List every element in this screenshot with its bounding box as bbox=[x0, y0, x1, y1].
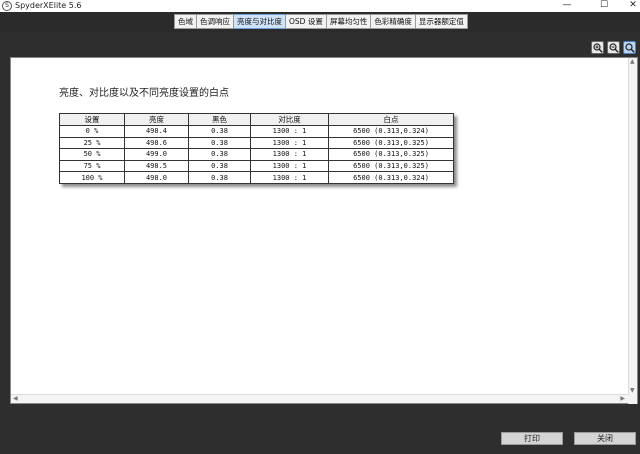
table-row: 0 % 498.4 0.38 1300 : 1 6500 (0.313,0.32… bbox=[59, 125, 454, 138]
scroll-right-arrow-icon[interactable]: ▶ bbox=[620, 395, 625, 403]
cell-contrast: 1300 : 1 bbox=[250, 171, 329, 184]
close-window-button[interactable]: ✕ bbox=[622, 0, 640, 12]
tab-brightness-contrast[interactable]: 亮度与对比度 bbox=[233, 14, 285, 29]
cell-setting: 75 % bbox=[59, 159, 125, 173]
cell-white-point: 6500 (0.313,0.325) bbox=[328, 148, 454, 161]
app-logo-icon: S bbox=[2, 1, 12, 11]
cell-contrast: 1300 : 1 bbox=[250, 136, 329, 150]
cell-white-point: 6500 (0.313,0.325) bbox=[328, 159, 454, 173]
tab-display-rating[interactable]: 显示器额定值 bbox=[414, 14, 468, 29]
report-panel: 亮度、对比度以及不同亮度设置的白点 设置 亮度 黑色 对比度 白点 0 % 49… bbox=[10, 57, 638, 404]
tab-gamut[interactable]: 色域 bbox=[174, 14, 196, 29]
maximize-button[interactable]: ☐ bbox=[593, 0, 615, 12]
tab-osd-settings[interactable]: OSD 设置 bbox=[285, 14, 326, 29]
cell-black: 0.38 bbox=[188, 159, 251, 173]
cell-black: 0.38 bbox=[188, 148, 251, 161]
cell-contrast: 1300 : 1 bbox=[250, 125, 329, 138]
column-header-white-point: 白点 bbox=[328, 113, 454, 126]
zoom-out-icon[interactable] bbox=[607, 41, 620, 54]
close-button[interactable]: 关闭 bbox=[574, 432, 636, 445]
table-row: 75 % 498.5 0.38 1300 : 1 6500 (0.313,0.3… bbox=[59, 159, 454, 173]
cell-white-point: 6500 (0.313,0.324) bbox=[328, 125, 454, 138]
cell-black: 0.38 bbox=[188, 171, 251, 184]
cell-white-point: 6500 (0.313,0.325) bbox=[328, 136, 454, 150]
cell-setting: 0 % bbox=[59, 125, 125, 138]
tab-bar: 色域 色调响应 亮度与对比度 OSD 设置 屏幕均匀性 色彩精确度 显示器额定值 bbox=[174, 14, 468, 29]
brightness-table: 设置 亮度 黑色 对比度 白点 0 % 498.4 0.38 1300 : 1 … bbox=[59, 113, 454, 184]
horizontal-scrollbar[interactable]: ◀ ▶ bbox=[11, 394, 629, 403]
cell-luminance: 498.5 bbox=[124, 159, 189, 173]
cell-luminance: 498.4 bbox=[124, 125, 189, 138]
cell-setting: 25 % bbox=[59, 136, 125, 150]
cell-setting: 50 % bbox=[59, 148, 125, 161]
cell-luminance: 499.0 bbox=[124, 148, 189, 161]
window-title: SpyderXElite 5.6 bbox=[15, 1, 82, 10]
zoom-in-icon[interactable] bbox=[591, 41, 604, 54]
table-header-row: 设置 亮度 黑色 对比度 白点 bbox=[59, 113, 454, 126]
tab-color-accuracy[interactable]: 色彩精确度 bbox=[370, 14, 415, 29]
column-header-contrast: 对比度 bbox=[250, 113, 329, 126]
scroll-up-arrow-icon[interactable]: ▲ bbox=[630, 58, 635, 65]
minimize-button[interactable]: — bbox=[556, 0, 578, 12]
cell-setting: 100 % bbox=[59, 171, 125, 184]
table-row: 50 % 499.0 0.38 1300 : 1 6500 (0.313,0.3… bbox=[59, 148, 454, 161]
column-header-luminance: 亮度 bbox=[124, 113, 189, 126]
print-button[interactable]: 打印 bbox=[501, 432, 563, 445]
cell-contrast: 1300 : 1 bbox=[250, 159, 329, 173]
brightness-table-container: 设置 亮度 黑色 对比度 白点 0 % 498.4 0.38 1300 : 1 … bbox=[59, 113, 454, 184]
zoom-fit-icon[interactable] bbox=[623, 41, 636, 54]
tab-tone-response[interactable]: 色调响应 bbox=[196, 14, 233, 29]
column-header-setting: 设置 bbox=[59, 113, 125, 126]
cell-white-point: 6500 (0.313,0.324) bbox=[328, 171, 454, 184]
section-title: 亮度、对比度以及不同亮度设置的白点 bbox=[59, 88, 229, 99]
cell-black: 0.38 bbox=[188, 125, 251, 138]
scroll-down-arrow-icon[interactable]: ▼ bbox=[630, 387, 635, 394]
column-header-black: 黑色 bbox=[188, 113, 251, 126]
table-row: 100 % 498.0 0.38 1300 : 1 6500 (0.313,0.… bbox=[59, 171, 454, 184]
tab-screen-uniformity[interactable]: 屏幕均匀性 bbox=[325, 14, 371, 29]
table-row: 25 % 498.6 0.38 1300 : 1 6500 (0.313,0.3… bbox=[59, 136, 454, 150]
cell-black: 0.38 bbox=[188, 136, 251, 150]
scroll-left-arrow-icon[interactable]: ◀ bbox=[13, 395, 18, 403]
cell-luminance: 498.0 bbox=[124, 171, 189, 184]
title-bar: S SpyderXElite 5.6 — ☐ ✕ bbox=[0, 0, 640, 12]
vertical-scrollbar[interactable]: ▲ ▼ bbox=[628, 58, 637, 404]
cell-contrast: 1300 : 1 bbox=[250, 148, 329, 161]
cell-luminance: 498.6 bbox=[124, 136, 189, 150]
